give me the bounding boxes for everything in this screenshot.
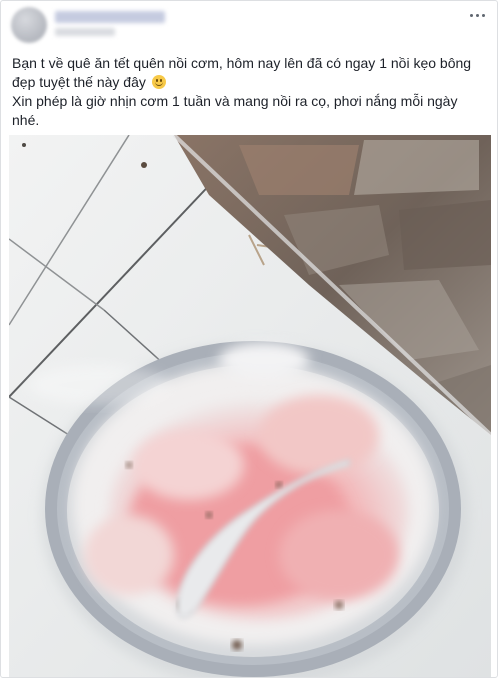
post-header — [1, 1, 497, 47]
post-paragraph-2: Xin phép là giờ nhịn cơm 1 tuần và mang … — [12, 93, 458, 128]
more-options-icon[interactable] — [467, 7, 487, 23]
author-name-blurred[interactable] — [55, 11, 165, 23]
post-paragraph: Bạn t về quê ăn tết quên nồi cơm, hôm na… — [12, 54, 482, 92]
smile-emoji-icon — [151, 75, 166, 89]
facebook-post: Bạn t về quê ăn tết quên nồi cơm, hôm na… — [0, 0, 498, 678]
post-photo[interactable] — [9, 135, 491, 677]
post-paragraph-1: Bạn t về quê ăn tết quên nồi cơm, hôm na… — [12, 55, 472, 90]
post-text: Bạn t về quê ăn tết quên nồi cơm, hôm na… — [12, 54, 482, 130]
author-avatar[interactable] — [11, 7, 47, 43]
post-timestamp-blurred[interactable] — [55, 28, 115, 36]
